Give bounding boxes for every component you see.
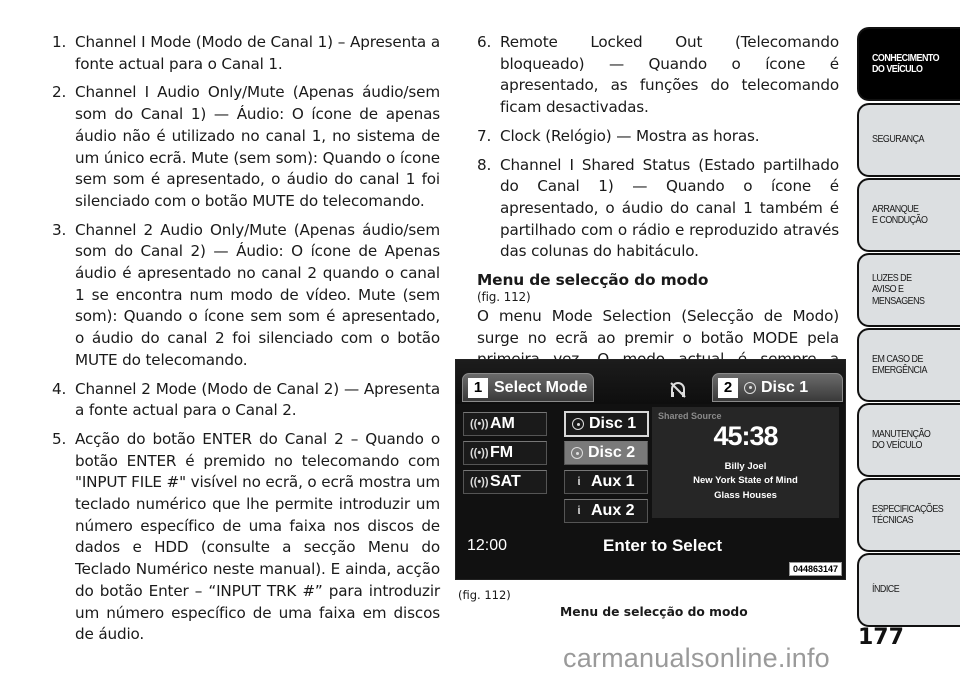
chapter-tab-label: ÍNDICE (872, 583, 900, 596)
tab-label: Select Mode (494, 378, 588, 396)
item-number: 5. (52, 429, 67, 448)
page-number: 177 (858, 625, 904, 650)
chapter-tab-especificacoes[interactable]: ESPECIFICAÇÕES TÉCNICAS (857, 478, 960, 552)
chapter-tab-label: EM CASO DE EMERGÊNCIA (872, 352, 927, 376)
clock: 12:00 (467, 537, 508, 554)
source-label: AM (490, 415, 515, 432)
antenna-icon: ((•)) (470, 447, 489, 459)
enter-to-select-prompt: Enter to Select (603, 536, 723, 555)
channel-1-mode-tab: 1 Select Mode (462, 373, 594, 402)
source-label: FM (490, 444, 514, 461)
tab-label: Disc 1 (761, 378, 809, 396)
chapter-tab-seguranca[interactable]: SEGURANÇA (857, 103, 960, 177)
list-item: 2. Channel I Audio Only/Mute (Apenas áudi… (52, 82, 440, 212)
remote-locked-out-icon (670, 382, 686, 398)
aux-jack-icon: ἱ (577, 505, 581, 517)
watermark: carmanualsonline.info (563, 643, 830, 673)
source-button-aux-2: ἱ Aux 2 (564, 499, 648, 523)
channel-badge: 2 (718, 377, 738, 398)
chapter-tab-conhecimento[interactable]: CONHECIMENTO DO VEÍCULO (857, 27, 960, 101)
item-number: 4. (52, 379, 67, 398)
item-text: Channel 2 Mode (Modo de Canal 2) — Apres… (75, 379, 440, 420)
album: Glass Houses (714, 490, 777, 501)
section-heading: Menu de selecção do modo (477, 271, 709, 290)
figure-caption: Menu de selecção do modo (560, 605, 748, 619)
source-label: Aux 1 (591, 473, 635, 490)
item-text: Clock (Relógio) — Mostra as horas. (500, 126, 760, 145)
item-text: Channel 2 Audio Only/Mute (Apenas áudio/… (75, 220, 440, 369)
source-label: Disc 1 (589, 415, 637, 432)
item-number: 3. (52, 220, 67, 239)
chapter-tab-label: CONHECIMENTO DO VEÍCULO (872, 51, 940, 75)
source-button-am: ((•)) AM (463, 412, 547, 436)
chapter-tab-indice[interactable]: ÍNDICE (857, 553, 960, 627)
chapter-tab-label: LUZES DE AVISO E MENSAGENS (872, 271, 925, 307)
item-number: 6. (477, 33, 492, 51)
mode-select-screen-figure: 1 Select Mode 2 Disc 1 ((•)) AM ((•)) FM (… (455, 359, 846, 580)
disc-icon (571, 447, 583, 459)
shared-source-label: Shared Source (658, 411, 722, 421)
list-item: 4. Channel 2 Mode (Modo de Canal 2) — Apr… (52, 379, 440, 422)
disc-icon (572, 418, 584, 430)
song-title: New York State of Mind (693, 475, 798, 486)
source-label: SAT (490, 473, 521, 490)
source-button-sat: ((•)) SAT (463, 470, 547, 494)
channel-badge: 1 (468, 377, 488, 398)
chapter-tab-manutencao[interactable]: MANUTENÇÃO DO VEÍCULO (857, 403, 960, 477)
chapter-tab-label: SEGURANÇA (872, 133, 924, 146)
item-text: Acção do botão ENTER do Canal 2 – Quando… (75, 429, 440, 644)
item-text: Remote Locked Out (Telecomando bloqueado… (500, 33, 839, 117)
disc-icon (744, 381, 756, 394)
item-number: 7. (477, 126, 492, 145)
source-button-aux-1: ἱ Aux 1 (564, 470, 648, 494)
item-text: Channel I Audio Only/Mute (Apenas áudio/… (75, 83, 440, 210)
antenna-icon: ((•)) (470, 418, 489, 430)
left-column: 1. Channel I Mode (Modo de Canal 1) – Apr… (52, 32, 440, 653)
right-column: 6. Remote Locked Out (Telecomando bloquea… (477, 32, 839, 393)
artist: Billy Joel (724, 461, 767, 472)
image-code: 044863147 (788, 562, 842, 576)
item-text: Channel I Shared Status (Estado partilha… (500, 155, 839, 261)
channel-2-mode-tab: 2 Disc 1 (712, 373, 843, 402)
shared-source-panel: Shared Source 45:38 Billy Joel New York … (652, 407, 839, 518)
item-number: 8. (477, 155, 492, 174)
list-item: 8. Channel I Shared Status (Estado partil… (477, 155, 839, 264)
item-number: 1. (52, 33, 67, 51)
list-item: 7. Clock (Relógio) — Mostra as horas. (477, 126, 839, 148)
source-label: Aux 2 (591, 502, 635, 519)
figure-reference: (fig. 112) (477, 290, 531, 305)
chapter-tab-label: ESPECIFICAÇÕES TÉCNICAS (872, 502, 944, 526)
antenna-icon: ((•)) (470, 476, 489, 488)
item-text: Channel I Mode (Modo de Canal 1) – Apres… (75, 33, 440, 73)
source-button-fm: ((•)) FM (463, 441, 547, 465)
aux-jack-icon: ἱ (577, 476, 581, 488)
list-item: 5. Acção do botão ENTER do Canal 2 – Quan… (52, 429, 440, 646)
figure-caption-ref: (fig. 112) (458, 588, 511, 602)
list-item: 6. Remote Locked Out (Telecomando bloquea… (477, 32, 839, 119)
track-time: 45:38 (713, 421, 778, 451)
chapter-tab-label: ARRANQUE E CONDUÇÃO (872, 202, 928, 226)
source-button-disc-1: Disc 1 (564, 411, 649, 437)
chapter-tab-arranque[interactable]: ARRANQUE E CONDUÇÃO (857, 178, 960, 252)
item-number: 2. (52, 83, 67, 102)
list-item: 1. Channel I Mode (Modo de Canal 1) – Apr… (52, 32, 440, 75)
chapter-tab-emergencia[interactable]: EM CASO DE EMERGÊNCIA (857, 328, 960, 402)
chapter-tab-label: MANUTENÇÃO DO VEÍCULO (872, 427, 931, 451)
source-button-disc-2: Disc 2 (564, 441, 648, 465)
list-item: 3. Channel 2 Audio Only/Mute (Apenas áudi… (52, 220, 440, 372)
source-label: Disc 2 (588, 444, 636, 461)
chapter-tab-luzes[interactable]: LUZES DE AVISO E MENSAGENS (857, 253, 960, 327)
